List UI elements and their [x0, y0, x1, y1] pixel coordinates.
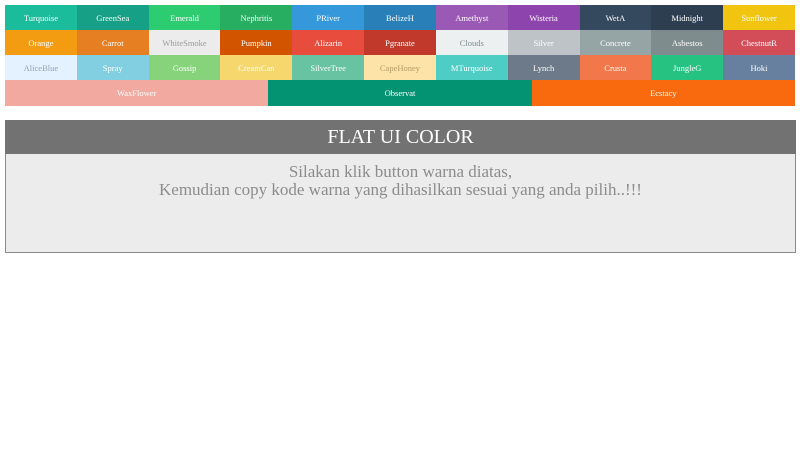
color-button-clouds[interactable]: Clouds: [435, 30, 508, 55]
color-button-greensea[interactable]: GreenSea: [76, 5, 149, 30]
instruction-line-2: Kemudian copy kode warna yang dihasilkan…: [159, 180, 642, 199]
color-button-silver[interactable]: Silver: [507, 30, 580, 55]
color-button-hoki[interactable]: Hoki: [723, 55, 795, 80]
instruction-line-1: Silakan klik button warna diatas,: [288, 162, 513, 181]
color-button-sunflower[interactable]: Sunflower: [723, 5, 795, 30]
color-button-amethyst[interactable]: Amethyst: [435, 5, 508, 30]
color-button-wisteria[interactable]: Wisteria: [507, 5, 580, 30]
color-button-priver[interactable]: PRiver: [292, 5, 365, 30]
swatch-row: Orange Carrot WhiteSmoke Pumpkin Alizarin Pgr…: [5, 30, 795, 55]
color-button-chestnutr[interactable]: ChestnutR: [723, 30, 795, 55]
color-button-crusta[interactable]: Crusta: [579, 55, 652, 80]
color-button-carrot[interactable]: Carrot: [76, 30, 149, 55]
color-button-observat[interactable]: Observat: [268, 80, 532, 106]
color-button-aliceblue[interactable]: AliceBlue: [5, 55, 77, 80]
color-button-waxflower[interactable]: WaxFlower: [5, 80, 269, 106]
color-button-turquoise[interactable]: Turquoise: [5, 5, 77, 30]
swatch-row: AliceBlue Spray Gossip CreamCan SilverTree Ca…: [5, 55, 795, 80]
color-button-asbestos[interactable]: Asbestos: [651, 30, 724, 55]
color-button-ecstacy[interactable]: Ecstacy: [531, 80, 795, 106]
color-button-midnight[interactable]: Midnight: [651, 5, 724, 30]
color-button-emerald[interactable]: Emerald: [148, 5, 221, 30]
color-button-pgranate[interactable]: Pgranate: [364, 30, 436, 55]
color-button-pumpkin[interactable]: Pumpkin: [220, 30, 293, 55]
panel-message: Silakan klik button warna diatas, Kemudi…: [5, 154, 796, 253]
color-button-weta[interactable]: WetA: [579, 5, 652, 30]
color-button-spray[interactable]: Spray: [76, 55, 149, 80]
panel-title: FLAT UI COLOR: [5, 120, 796, 155]
color-button-silvertree[interactable]: SilverTree: [292, 55, 365, 80]
color-button-nephritis[interactable]: Nephritis: [220, 5, 293, 30]
color-button-gossip[interactable]: Gossip: [148, 55, 221, 80]
color-button-capehoney[interactable]: CapeHoney: [364, 55, 436, 80]
color-button-mturquoise[interactable]: MTurquoise: [435, 55, 508, 80]
color-button-lynch[interactable]: Lynch: [507, 55, 580, 80]
color-button-whitesmoke[interactable]: WhiteSmoke: [148, 30, 221, 55]
color-button-alizarin[interactable]: Alizarin: [292, 30, 365, 55]
color-palette: Turquoise GreenSea Emerald Nephritis PRiver B…: [5, 5, 795, 106]
color-button-jungleg[interactable]: JungleG: [651, 55, 724, 80]
color-button-concrete[interactable]: Concrete: [579, 30, 652, 55]
swatch-row: WaxFlower Observat Ecstacy: [5, 80, 795, 106]
color-button-orange[interactable]: Orange: [5, 30, 77, 55]
color-button-belizeh[interactable]: BelizeH: [364, 5, 436, 30]
swatch-row: Turquoise GreenSea Emerald Nephritis PRiver B…: [5, 5, 795, 30]
color-button-creamcan[interactable]: CreamCan: [220, 55, 293, 80]
